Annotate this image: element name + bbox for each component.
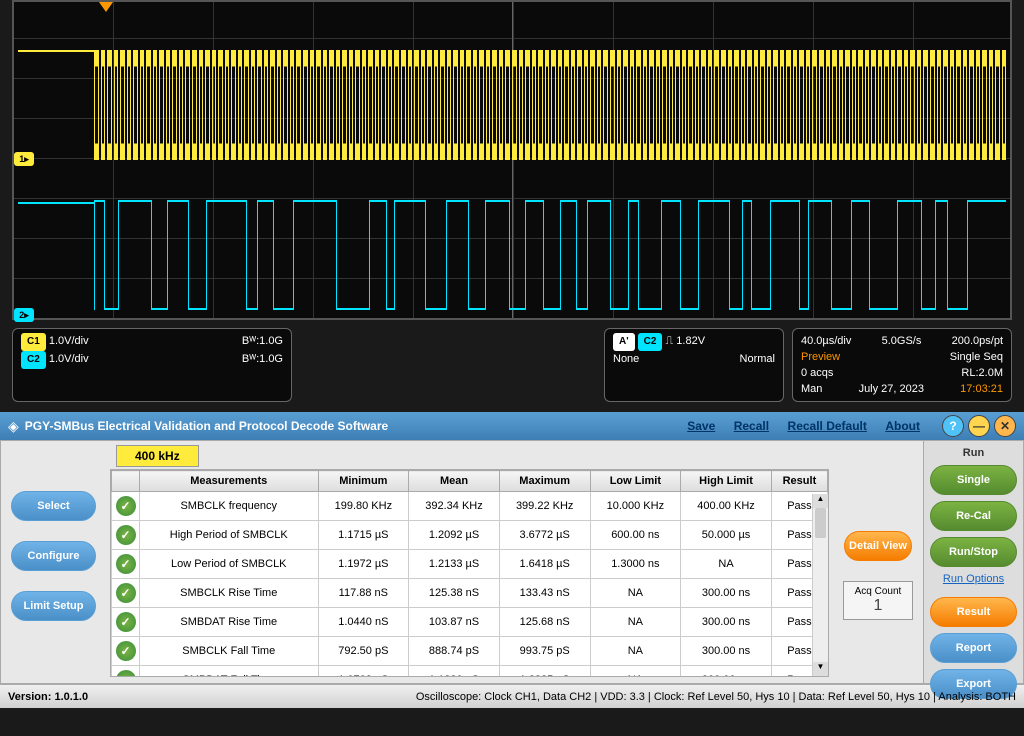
measurements-table-wrap: MeasurementsMinimumMeanMaximumLow LimitH… bbox=[110, 469, 829, 677]
table-row[interactable]: ✓SMBCLK Fall Time792.50 pS888.74 pS993.7… bbox=[112, 637, 828, 666]
report-button[interactable]: Report bbox=[930, 633, 1017, 663]
app-title-bar: ◈ PGY-SMBus Electrical Validation and Pr… bbox=[0, 412, 1024, 440]
app-logo-icon: ◈ bbox=[8, 418, 19, 435]
software-body: Select Configure Limit Setup 400 kHz Mea… bbox=[0, 440, 1024, 684]
result-button[interactable]: Result bbox=[930, 597, 1017, 627]
minimize-button[interactable]: — bbox=[968, 415, 990, 437]
table-row[interactable]: ✓Low Period of SMBCLK1.1972 µS1.2133 µS1… bbox=[112, 550, 828, 579]
c1-badge: C1 bbox=[21, 333, 46, 351]
waveform-ch2 bbox=[14, 192, 1010, 312]
measurements-table: MeasurementsMinimumMeanMaximumLow LimitH… bbox=[111, 470, 828, 677]
table-scrollbar[interactable]: ▲ ▼ bbox=[812, 494, 828, 676]
check-icon: ✓ bbox=[116, 612, 136, 632]
acq-count-value: 1 bbox=[848, 597, 908, 615]
table-row[interactable]: ✓SMBDAT Fall Time1.0702 nS1.1820 nS1.282… bbox=[112, 666, 828, 678]
table-header[interactable]: Measurements bbox=[140, 471, 319, 492]
close-button[interactable]: ✕ bbox=[994, 415, 1016, 437]
run-stop-button[interactable]: Run/Stop bbox=[930, 537, 1017, 567]
check-icon: ✓ bbox=[116, 641, 136, 661]
results-panel: 400 kHz MeasurementsMinimumMeanMaximumLo… bbox=[106, 441, 833, 683]
scope-status-bar: C1 1.0V/div Bᵂ:1.0G C2 1.0V/div Bᵂ:1.0G … bbox=[0, 324, 1024, 406]
trigger-status-box[interactable]: A' C2 ⎍ 1.82V None Normal bbox=[604, 328, 784, 402]
recall-link[interactable]: Recall bbox=[734, 419, 769, 433]
acquisition-status-box[interactable]: 40.0µs/div5.0GS/s200.0ps/pt PreviewSingl… bbox=[792, 328, 1012, 402]
run-panel: Run Single Re-Cal Run/Stop Run Options R… bbox=[923, 441, 1023, 683]
acq-count-box: Acq Count 1 bbox=[843, 581, 913, 620]
app-title: PGY-SMBus Electrical Validation and Prot… bbox=[25, 419, 687, 433]
table-header[interactable]: Low Limit bbox=[590, 471, 681, 492]
recall-default-link[interactable]: Recall Default bbox=[788, 419, 867, 433]
check-icon: ✓ bbox=[116, 525, 136, 545]
recal-button[interactable]: Re-Cal bbox=[930, 501, 1017, 531]
scroll-up-icon[interactable]: ▲ bbox=[813, 494, 828, 508]
ch2-marker[interactable]: 2▸ bbox=[14, 308, 34, 322]
save-link[interactable]: Save bbox=[687, 419, 715, 433]
footer-info: Oscilloscope: Clock CH1, Data CH2 | VDD:… bbox=[88, 691, 1016, 703]
trigger-marker-icon[interactable] bbox=[99, 2, 113, 12]
table-row[interactable]: ✓SMBDAT Rise Time1.0440 nS103.87 nS125.6… bbox=[112, 608, 828, 637]
detail-view-button[interactable]: Detail View bbox=[844, 531, 912, 561]
waveform-ch1 bbox=[14, 42, 1010, 162]
left-sidebar: Select Configure Limit Setup bbox=[1, 441, 106, 683]
bottom-status-bar: Version: 1.0.1.0 Oscilloscope: Clock CH1… bbox=[0, 684, 1024, 708]
table-header[interactable]: Minimum bbox=[318, 471, 409, 492]
table-row[interactable]: ✓SMBCLK frequency199.80 KHz392.34 KHz399… bbox=[112, 492, 828, 521]
table-header[interactable]: Maximum bbox=[499, 471, 590, 492]
rising-edge-icon: ⎍ bbox=[666, 335, 674, 347]
mid-panel: Detail View Acq Count 1 bbox=[833, 441, 923, 683]
about-link[interactable]: About bbox=[885, 419, 920, 433]
run-panel-title: Run bbox=[930, 447, 1017, 459]
oscilloscope-display[interactable]: 1▸ 2▸ bbox=[12, 0, 1012, 320]
run-options-link[interactable]: Run Options bbox=[930, 573, 1017, 585]
scroll-thumb[interactable] bbox=[815, 508, 826, 538]
table-row[interactable]: ✓High Period of SMBCLK1.1715 µS1.2092 µS… bbox=[112, 521, 828, 550]
check-icon: ✓ bbox=[116, 554, 136, 574]
help-button[interactable]: ? bbox=[942, 415, 964, 437]
limit-setup-button[interactable]: Limit Setup bbox=[11, 591, 96, 621]
select-button[interactable]: Select bbox=[11, 491, 96, 521]
check-icon: ✓ bbox=[116, 496, 136, 516]
frequency-tab[interactable]: 400 kHz bbox=[116, 445, 199, 467]
table-header[interactable]: Result bbox=[771, 471, 827, 492]
ch1-marker[interactable]: 1▸ bbox=[14, 152, 34, 166]
scroll-down-icon[interactable]: ▼ bbox=[813, 662, 828, 676]
check-icon: ✓ bbox=[116, 583, 136, 603]
check-icon: ✓ bbox=[116, 670, 136, 677]
table-row[interactable]: ✓SMBCLK Rise Time117.88 nS125.38 nS133.4… bbox=[112, 579, 828, 608]
channel-status-box[interactable]: C1 1.0V/div Bᵂ:1.0G C2 1.0V/div Bᵂ:1.0G bbox=[12, 328, 292, 402]
version-label: Version: 1.0.1.0 bbox=[8, 691, 88, 703]
table-header[interactable]: High Limit bbox=[681, 471, 772, 492]
single-button[interactable]: Single bbox=[930, 465, 1017, 495]
c2-badge: C2 bbox=[21, 351, 46, 369]
acq-count-label: Acq Count bbox=[848, 586, 908, 597]
table-header[interactable]: Mean bbox=[409, 471, 500, 492]
status-spacer bbox=[300, 328, 596, 402]
configure-button[interactable]: Configure bbox=[11, 541, 96, 571]
